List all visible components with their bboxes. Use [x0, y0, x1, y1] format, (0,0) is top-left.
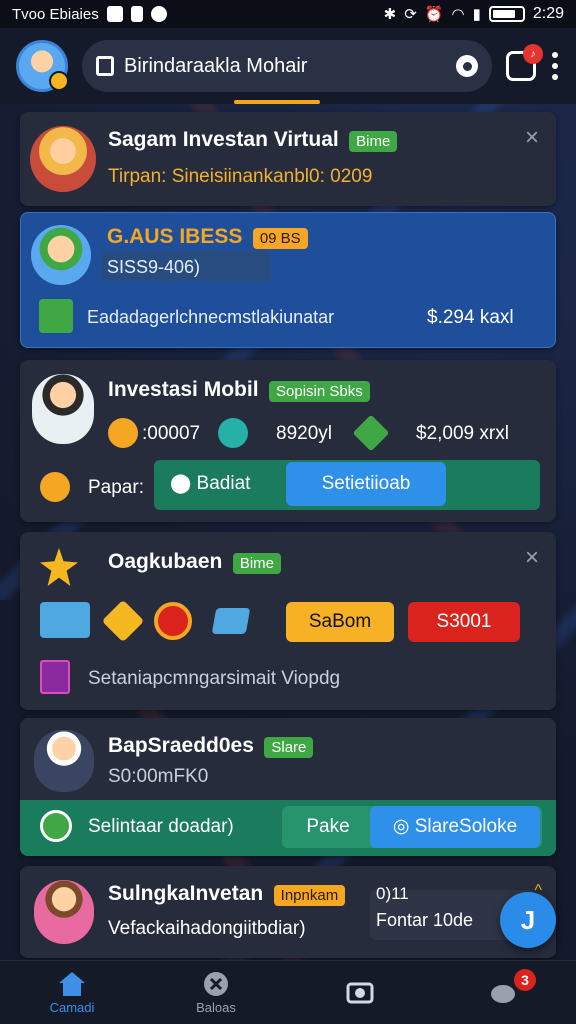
alarm-icon: ⏰: [424, 6, 444, 23]
nav-item-camera[interactable]: [288, 961, 432, 1024]
card-subtitle: Tirpan: Sineisiinankanbl0: 0209: [108, 166, 373, 187]
woman-illustration-icon: [32, 374, 94, 444]
camera-icon[interactable]: [456, 55, 478, 77]
card-title: BapSraedd0es: [108, 734, 254, 757]
bluetooth-icon: ✱: [383, 6, 397, 23]
card-virtual-investment[interactable]: Sagam Investan Virtual Bime Tirpan: Sine…: [20, 112, 556, 206]
bottom-nav: Camadi Baloas 3: [0, 960, 576, 1024]
card-bapsraedd[interactable]: BapSraedd0es Slare S0:00mFK0 Selintaar d…: [20, 718, 556, 856]
message-icon: J: [520, 904, 536, 935]
check-circle-icon: [40, 810, 72, 842]
card-title: Sagam Investan Virtual: [108, 128, 339, 151]
investor-illustration-icon: [30, 126, 96, 192]
card-tag: 09 BS: [252, 228, 308, 250]
home-icon: [59, 972, 85, 996]
row-label: Papar:: [88, 477, 144, 498]
slaresoloke-button[interactable]: ◎ SlareSoloke: [370, 806, 540, 848]
woman-avatar-icon: [34, 880, 94, 944]
close-icon[interactable]: ×: [522, 126, 542, 150]
nav-item-home[interactable]: Camadi: [0, 961, 144, 1024]
status-left-text: Tvoo Ebiaies: [12, 5, 99, 23]
card-line: Setaniapcmngarsimait Viopdg: [88, 668, 341, 689]
card-title: Investasi Mobil: [108, 378, 259, 401]
card-tag: Bime: [232, 553, 282, 575]
card-tag: Slare: [264, 737, 314, 759]
chat-fab-button[interactable]: J: [500, 892, 556, 948]
man-illustration-icon: [34, 730, 94, 792]
header-indicator: [234, 100, 320, 104]
nav-label: Baloas: [196, 1000, 236, 1015]
token-icon: [218, 418, 248, 448]
wifi-icon: ◠: [451, 6, 465, 23]
circle-app-icon: [150, 6, 167, 22]
kebab-menu-icon[interactable]: [550, 52, 560, 80]
card-gaus[interactable]: G.AUS IBESS 09 BS SISS9-406) Eadadagerlc…: [20, 212, 556, 348]
card-line: Eadadagerlchnecmstlakiunatar: [87, 307, 335, 327]
leaf-icon: ⬤: [170, 473, 197, 494]
file-icon: [130, 6, 143, 22]
stat-1: :00007: [142, 423, 201, 444]
button-label: SlareSoloke: [414, 816, 518, 837]
avatar[interactable]: [16, 40, 69, 92]
camera-icon: [346, 982, 374, 1003]
pake-button[interactable]: Pake: [286, 808, 370, 846]
notification-dot: ♪: [523, 44, 543, 64]
card-tag: Sopisin Sbks: [269, 381, 370, 403]
coin-icon: [40, 472, 70, 502]
card-title: G.AUS IBESS: [107, 225, 243, 248]
card-tag: Bime: [349, 131, 398, 153]
nav-badge: 3: [514, 969, 536, 991]
card-sulngka[interactable]: SulngkaInvetan Inpnkam Vefackaihadongiit…: [20, 866, 556, 958]
status-bar: Tvoo Ebiaies ✱ ⟳ ⏰ ◠ ▮ 2:29: [0, 0, 576, 28]
chart-card-icon: [40, 660, 70, 694]
coin-icon: [108, 418, 138, 448]
search-input[interactable]: Birindaraakla Mohair: [124, 55, 446, 78]
card-oagkubaen[interactable]: Oagkubaen Bime × SaBom S3001 Setaniapcmn…: [20, 532, 556, 710]
card-subtitle: S0:00mFK0: [108, 766, 209, 787]
star-icon: [40, 548, 78, 586]
card-tag: Inpnkam: [273, 885, 346, 907]
card-amount: $.294 kaxl: [427, 307, 514, 328]
notification-square-icon: [106, 6, 123, 22]
bag-icon: [96, 56, 114, 76]
stat-2: 8920yl: [276, 423, 332, 444]
stat-3: $2,009 xrxl: [416, 423, 509, 444]
coin-badge-icon: [49, 71, 69, 91]
card-car-investment[interactable]: Investasi Mobil Sopisin Sbks :00007 8920…: [20, 360, 556, 522]
card-subtitle: Vefackaihadongiitbdiar): [108, 918, 306, 939]
refresh-icon: ◎: [392, 816, 415, 837]
status-time: 2:29: [532, 5, 564, 22]
dollar-coin-icon: [154, 602, 192, 640]
setietiioab-button[interactable]: Setietiioab: [286, 462, 446, 506]
app-header: Birindaraakla Mohair ♪: [0, 28, 576, 104]
close-icon[interactable]: ×: [522, 546, 542, 570]
card-subtitle: SISS9-406): [101, 251, 271, 281]
gem-icon: [101, 599, 145, 643]
badiat-button[interactable]: ⬤ Badiat: [166, 472, 266, 500]
s3001-button[interactable]: S3001: [408, 602, 520, 642]
cash-stack-icon: [40, 602, 90, 638]
nav-item-balance[interactable]: Baloas: [144, 961, 288, 1024]
signal-icon: ▮: [472, 6, 481, 23]
row-label: Selintaar doadar): [88, 816, 234, 837]
notification-icon[interactable]: ♪: [506, 44, 543, 81]
ticket-icon: [211, 608, 251, 634]
chat-box-icon: [39, 299, 73, 333]
diamond-icon: [352, 414, 390, 452]
person-avatar-icon: [31, 225, 91, 285]
cross-circle-icon: [204, 972, 228, 996]
card-title: Oagkubaen: [108, 550, 223, 573]
sabom-button[interactable]: SaBom: [286, 602, 394, 642]
search-bar[interactable]: Birindaraakla Mohair: [82, 40, 492, 92]
sync-icon: ⟳: [404, 6, 417, 23]
card-title: SulngkaInvetan: [108, 882, 264, 905]
battery-icon: [488, 6, 525, 22]
button-label: Badiat: [196, 473, 251, 494]
nav-label: Camadi: [49, 1000, 95, 1015]
nav-item-chat[interactable]: 3: [432, 961, 576, 1024]
